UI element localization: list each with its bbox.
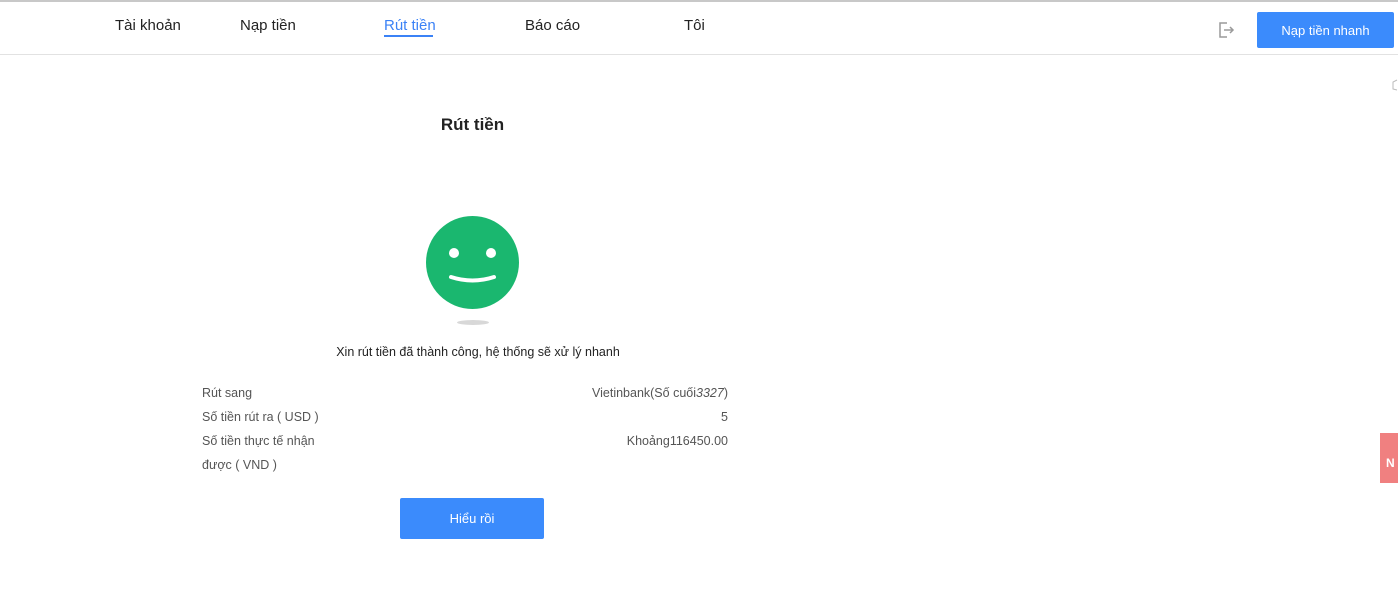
success-message: Xin rút tiền đã thành công, hệ thống sẽ … [336,345,620,359]
received-amount-label-line2: được ( VND ) [202,458,277,472]
withdraw-to-value: Vietinbank(Số cuối3327) [592,386,728,400]
quick-deposit-button[interactable]: Nạp tiền nhanh [1257,12,1394,48]
withdraw-to-label: Rút sang [202,386,253,400]
received-amount-label-line1: Số tiền thực tế nhận [202,434,315,448]
top-navbar: Tài khoản Nạp tiền Rút tiền Báo cáo Tôi … [0,2,1398,55]
logout-icon[interactable] [1216,20,1236,40]
page-title: Rút tiền [440,115,505,134]
active-tab-indicator [384,35,433,37]
smiley-face-icon [426,216,519,309]
amount-value: 5 [721,410,728,424]
understood-button[interactable]: Hiểu rồi [400,498,544,539]
nav-item-report[interactable]: Báo cáo [525,17,580,34]
side-floating-tab[interactable]: N [1380,433,1398,483]
corner-indicator-icon [1391,78,1398,91]
icon-shadow [457,320,489,325]
nav-item-deposit[interactable]: Nạp tiền [240,17,296,34]
nav-item-me[interactable]: Tôi [684,17,705,34]
nav-item-account[interactable]: Tài khoản [115,17,181,34]
amount-label: Số tiền rút ra ( USD ) [202,410,319,424]
nav-item-withdraw[interactable]: Rút tiền [384,17,436,34]
received-amount-value: Khoảng116450.00 [626,434,728,448]
